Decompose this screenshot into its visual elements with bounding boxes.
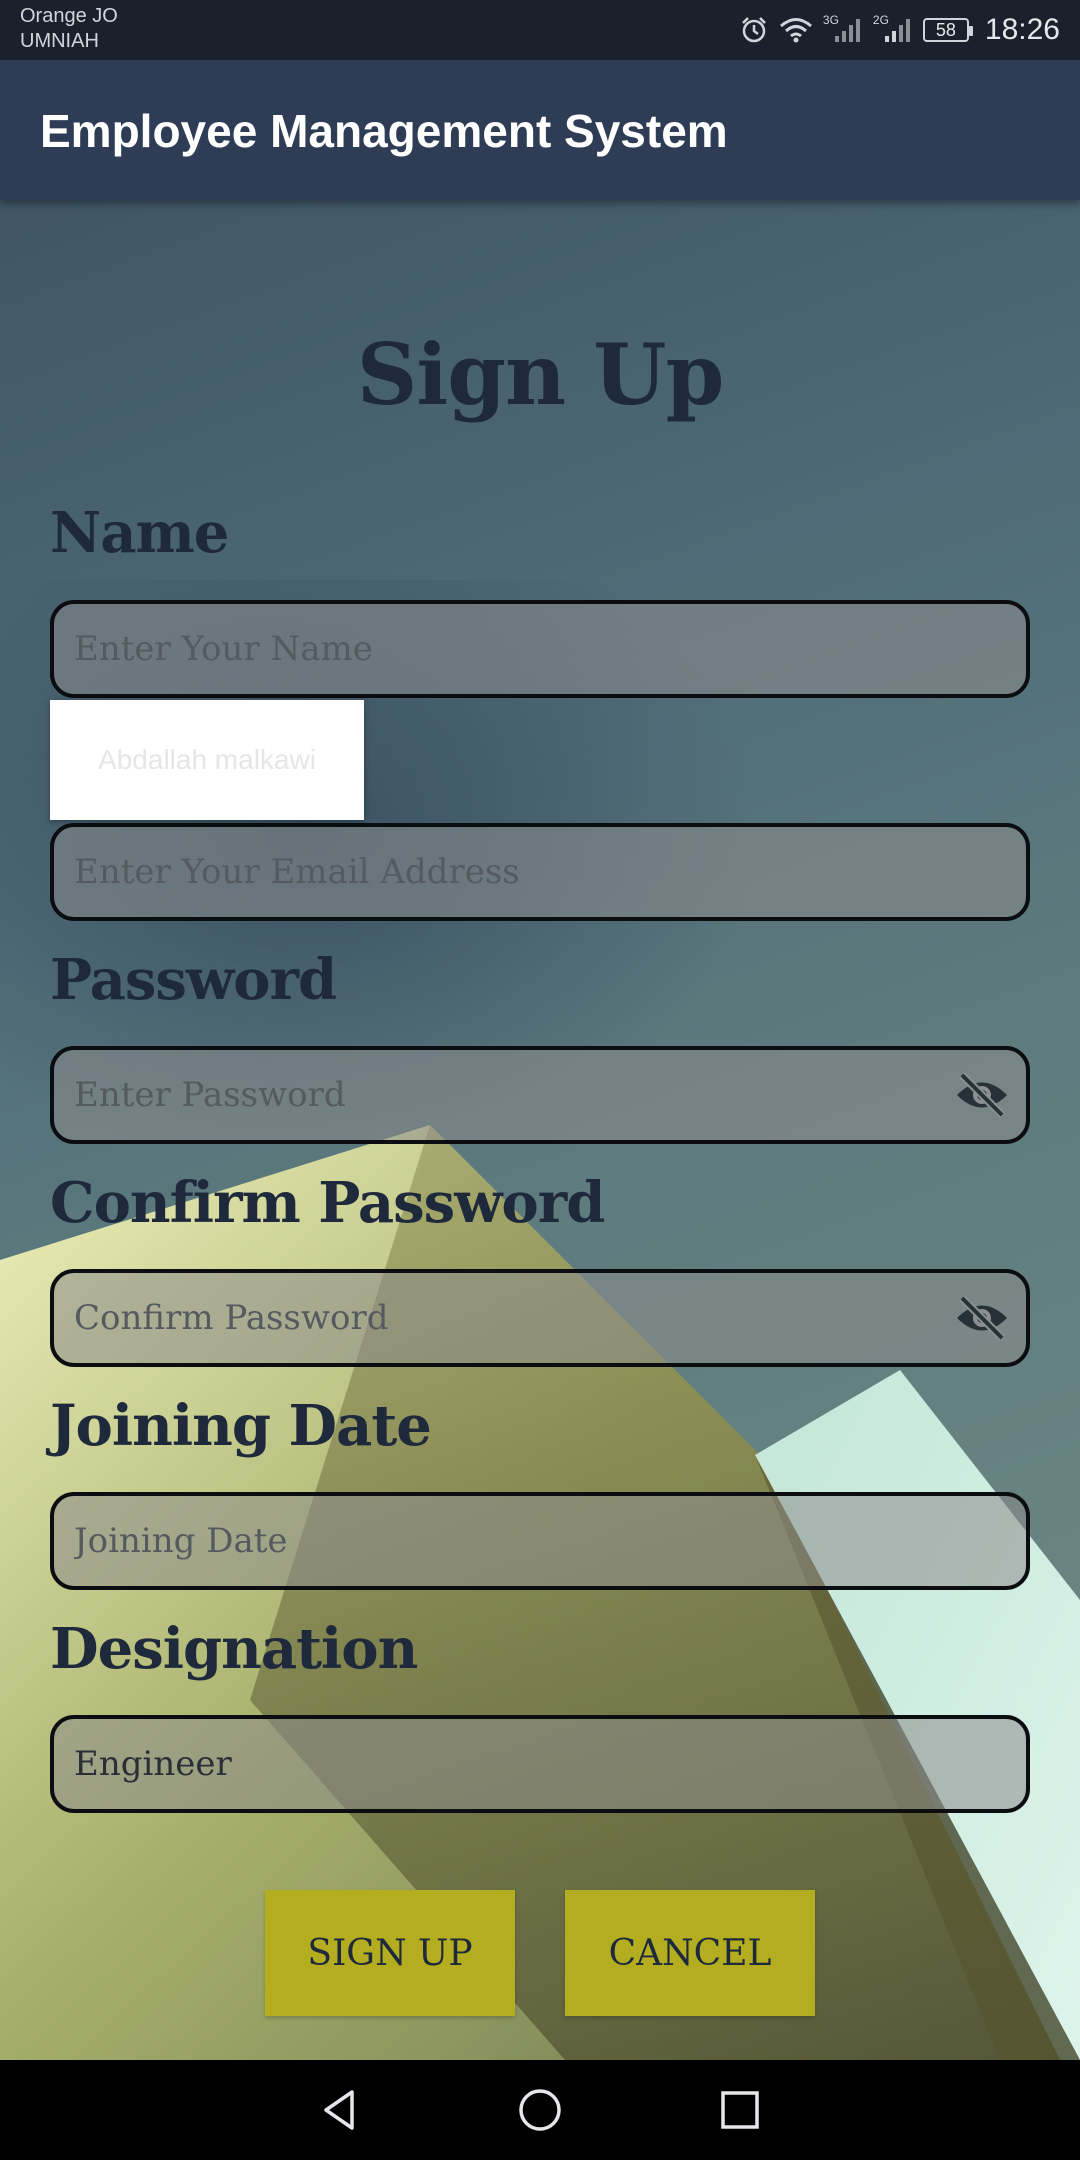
joining-date-field[interactable]	[50, 1492, 1030, 1590]
sign-up-button[interactable]: SIGN UP	[265, 1890, 515, 2016]
carrier-name-secondary: UMNIAH	[20, 30, 99, 52]
visibility-off-icon[interactable]	[952, 1070, 1012, 1120]
status-icons: 3G 2G 58 18:26	[739, 10, 1060, 50]
confirm-password-label: Confirm Password	[50, 1170, 605, 1236]
back-icon[interactable]	[300, 2080, 380, 2140]
carrier-info: Orange JO UMNIAH	[20, 4, 118, 54]
sign-up-form: Sign Up Name Abdallah malkawi Password C…	[0, 200, 1080, 2060]
email-input[interactable]	[74, 827, 954, 917]
designation-label: Designation	[50, 1616, 418, 1682]
navigation-bar	[0, 2060, 1080, 2160]
recents-icon[interactable]	[700, 2080, 780, 2140]
network-type-label: 3G	[822, 13, 839, 27]
confirm-password-field[interactable]	[50, 1269, 1030, 1367]
joining-date-input[interactable]	[74, 1496, 954, 1586]
designation-field[interactable]	[50, 1715, 1030, 1813]
battery-icon: 58	[922, 18, 973, 42]
network-type-label: 2G	[872, 13, 889, 27]
signal-icon: 2G	[872, 13, 913, 44]
app-title: Employee Management System	[40, 105, 728, 157]
app-bar: Employee Management System	[0, 60, 1080, 200]
password-label: Password	[50, 947, 337, 1013]
confirm-password-input[interactable]	[74, 1273, 954, 1363]
signal-icon: 3G	[822, 13, 863, 44]
designation-input[interactable]	[74, 1719, 954, 1809]
wifi-icon	[779, 16, 813, 44]
alarm-icon	[739, 15, 769, 45]
status-bar: Orange JO UMNIAH 3G 2G 58 18:26	[0, 0, 1080, 60]
page-title: Sign Up	[356, 325, 725, 424]
cancel-button[interactable]: CANCEL	[565, 1890, 815, 2016]
password-field[interactable]	[50, 1046, 1030, 1144]
email-field[interactable]	[50, 823, 1030, 921]
autofill-suggestion[interactable]: Abdallah malkawi	[50, 700, 364, 820]
password-input[interactable]	[74, 1050, 954, 1140]
carrier-name-primary: Orange JO	[20, 5, 118, 27]
joining-date-label: Joining Date	[50, 1393, 432, 1459]
name-label: Name	[50, 500, 229, 566]
name-field[interactable]	[50, 600, 1030, 698]
name-input[interactable]	[74, 604, 954, 694]
home-icon[interactable]	[500, 2080, 580, 2140]
clock: 18:26	[984, 13, 1060, 46]
visibility-off-icon[interactable]	[952, 1293, 1012, 1343]
